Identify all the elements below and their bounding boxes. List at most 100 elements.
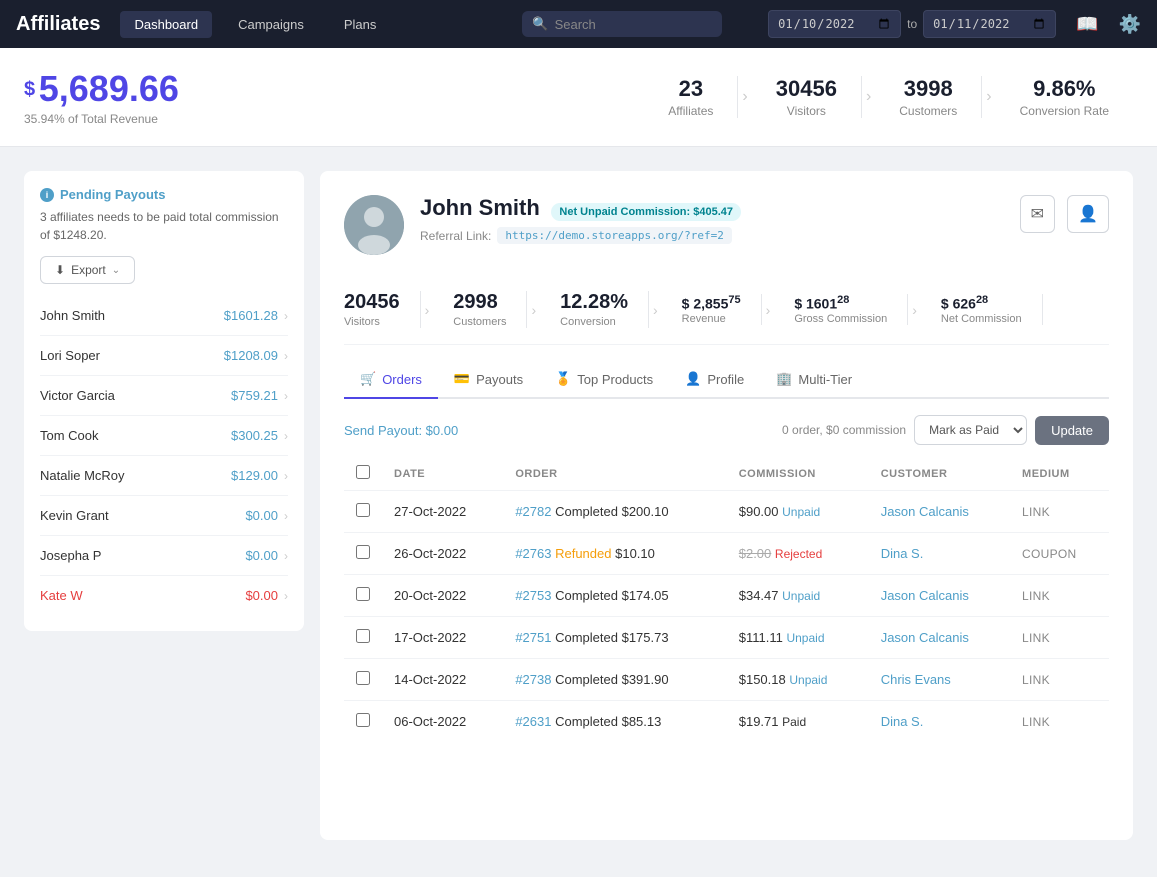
affiliate-item-name: Lori Soper	[40, 348, 100, 363]
chevron-down-icon: ⌄	[112, 265, 120, 276]
order-amount: $85.13	[622, 714, 662, 729]
stat-arrow-3: ›	[982, 88, 995, 106]
aff-visitors-number: 20456	[344, 291, 400, 314]
commission-status: Unpaid	[782, 505, 820, 519]
row-checkbox[interactable]	[356, 587, 370, 601]
tab-top-products[interactable]: 🏅Top Products	[539, 361, 669, 399]
order-count: 0 order, $0 commission	[782, 423, 906, 437]
affiliate-item-name: Victor Garcia	[40, 388, 115, 403]
pending-payouts-title: i Pending Payouts	[40, 187, 288, 202]
nav-campaigns[interactable]: Campaigns	[224, 11, 318, 38]
tab-multi-tier[interactable]: 🏢Multi-Tier	[760, 361, 868, 399]
row-checkbox[interactable]	[356, 545, 370, 559]
row-checkbox-cell	[344, 575, 382, 617]
customer-link[interactable]: Dina S.	[881, 546, 924, 561]
affiliate-list-item[interactable]: Victor Garcia $759.21 ›	[40, 376, 288, 416]
commission-amount: $150.18	[739, 672, 786, 687]
order-number-link[interactable]: #2782	[515, 504, 551, 519]
tab-payouts[interactable]: 💳Payouts	[438, 361, 539, 399]
export-button[interactable]: ⬇ Export ⌄	[40, 256, 135, 284]
date-separator: to	[907, 17, 917, 31]
order-status: Completed	[555, 630, 618, 645]
nav-plans[interactable]: Plans	[330, 11, 391, 38]
chevron-right-icon: ›	[284, 509, 288, 523]
commission-amount: $2.00	[739, 546, 772, 561]
row-date: 14-Oct-2022	[382, 659, 503, 701]
book-icon[interactable]: 📖	[1076, 14, 1098, 35]
detail-tabs: 🛒Orders💳Payouts🏅Top Products👤Profile🏢Mul…	[344, 361, 1109, 399]
th-checkbox	[344, 457, 382, 491]
row-date: 17-Oct-2022	[382, 617, 503, 659]
affiliate-item-name: Tom Cook	[40, 428, 99, 443]
affiliate-name: John Smith	[420, 195, 540, 220]
order-number-link[interactable]: #2751	[515, 630, 551, 645]
affiliate-list-item[interactable]: John Smith $1601.28 ›	[40, 296, 288, 336]
referral-link: https://demo.storeapps.org/?ref=2	[497, 227, 732, 244]
th-order: ORDER	[503, 457, 726, 491]
pending-payouts-section: i Pending Payouts 3 affiliates needs to …	[24, 171, 304, 631]
order-status: Completed	[555, 504, 618, 519]
customer-link[interactable]: Jason Calcanis	[881, 588, 969, 603]
nav-dashboard[interactable]: Dashboard	[120, 11, 212, 38]
table-row: 20-Oct-2022 #2753 Completed $174.05 $34.…	[344, 575, 1109, 617]
customer-link[interactable]: Jason Calcanis	[881, 504, 969, 519]
date-from-input[interactable]	[768, 10, 901, 38]
affiliate-stats: 20456 Visitors › 2998 Customers › 12.28%…	[344, 275, 1109, 345]
avatar-image	[344, 195, 404, 255]
tab-icon: 🏢	[776, 371, 792, 387]
aff-stat-customers: 2998 Customers	[433, 291, 527, 328]
tab-icon: 🏅	[555, 371, 571, 387]
profile-button[interactable]: 👤	[1067, 195, 1109, 233]
chevron-right-icon: ›	[284, 309, 288, 323]
row-order: #2782 Completed $200.10	[503, 491, 726, 533]
search-input[interactable]	[555, 17, 713, 32]
email-button[interactable]: ✉	[1020, 195, 1055, 233]
row-checkbox-cell	[344, 617, 382, 659]
order-status: Completed	[555, 714, 618, 729]
customer-link[interactable]: Chris Evans	[881, 672, 951, 687]
aff-customers-label: Customers	[453, 316, 506, 328]
order-number-link[interactable]: #2763	[515, 546, 551, 561]
affiliate-list-item[interactable]: Tom Cook $300.25 ›	[40, 416, 288, 456]
tab-orders[interactable]: 🛒Orders	[344, 361, 438, 399]
affiliates-number: 23	[668, 76, 713, 102]
send-payout-link[interactable]: Send Payout: $0.00	[344, 423, 458, 438]
aff-customers-number: 2998	[453, 291, 506, 314]
order-number-link[interactable]: #2631	[515, 714, 551, 729]
affiliate-list-item[interactable]: Lori Soper $1208.09 ›	[40, 336, 288, 376]
sidebar: i Pending Payouts 3 affiliates needs to …	[24, 171, 304, 840]
affiliate-list-item[interactable]: Kate W $0.00 ›	[40, 576, 288, 615]
customers-label: Customers	[899, 104, 957, 118]
row-checkbox[interactable]	[356, 503, 370, 517]
tab-profile[interactable]: 👤Profile	[669, 361, 760, 399]
customer-link[interactable]: Jason Calcanis	[881, 630, 969, 645]
row-commission: $111.11 Unpaid	[727, 617, 869, 659]
row-customer: Jason Calcanis	[869, 491, 1010, 533]
order-status: Completed	[555, 588, 618, 603]
conversion-number: 9.86%	[1020, 76, 1109, 102]
customer-link[interactable]: Dina S.	[881, 714, 924, 729]
row-checkbox[interactable]	[356, 629, 370, 643]
medium-label: LINK	[1022, 631, 1050, 645]
date-to-input[interactable]	[923, 10, 1056, 38]
tab-icon: 🛒	[360, 371, 376, 387]
row-medium: LINK	[1010, 575, 1109, 617]
affiliate-list-item[interactable]: Natalie McRoy $129.00 ›	[40, 456, 288, 496]
row-date: 06-Oct-2022	[382, 701, 503, 743]
order-number-link[interactable]: #2738	[515, 672, 551, 687]
download-icon: ⬇	[55, 263, 65, 277]
toolbar-right: 0 order, $0 commission Mark as Paid Upda…	[782, 415, 1109, 445]
row-checkbox[interactable]	[356, 713, 370, 727]
row-customer: Dina S.	[869, 701, 1010, 743]
row-checkbox[interactable]	[356, 671, 370, 685]
select-all-checkbox[interactable]	[356, 465, 370, 479]
mark-paid-select[interactable]: Mark as Paid	[914, 415, 1027, 445]
update-button[interactable]: Update	[1035, 416, 1109, 445]
order-number-link[interactable]: #2753	[515, 588, 551, 603]
stat-arrow-1: ›	[738, 88, 751, 106]
settings-icon[interactable]: ⚙️	[1119, 14, 1141, 35]
tab-icon: 👤	[685, 371, 701, 387]
commission-amount: $19.71	[739, 714, 779, 729]
affiliate-list-item[interactable]: Josepha P $0.00 ›	[40, 536, 288, 576]
affiliate-list-item[interactable]: Kevin Grant $0.00 ›	[40, 496, 288, 536]
